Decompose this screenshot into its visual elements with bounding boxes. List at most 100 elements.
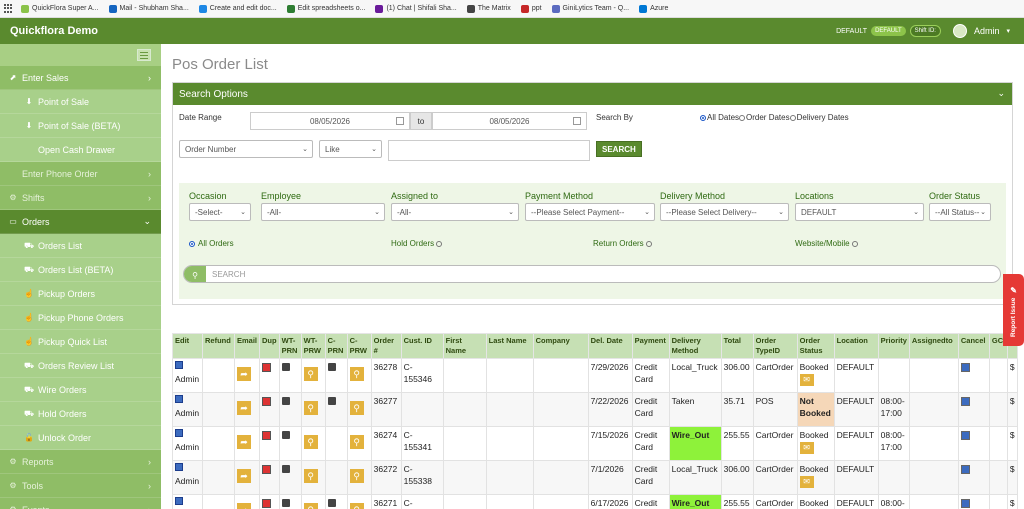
edit-icon[interactable] (175, 395, 183, 403)
radio-hold-orders[interactable] (436, 240, 443, 247)
mail-icon[interactable]: ✉ (799, 374, 814, 386)
email-icon[interactable]: ➦ (237, 401, 251, 415)
sidebar-item-enter-phone-order[interactable]: Enter Phone Order › (0, 162, 161, 186)
avatar[interactable] (952, 24, 967, 38)
preview-icon[interactable]: ⚲ (349, 401, 364, 415)
cancel-icon[interactable] (960, 363, 970, 372)
chevron-down-icon[interactable]: ⌄ (997, 88, 1005, 99)
payment-link[interactable]: $ (1010, 498, 1015, 508)
print-icon[interactable] (327, 397, 336, 405)
assigned-select[interactable]: -All- ⌄ (391, 203, 519, 221)
print-icon[interactable] (281, 465, 290, 473)
bookmark-1[interactable]: Mail - Shubham Sha... (108, 4, 189, 13)
sidebar-item-pickup-quick-list[interactable]: ☝ Pickup Quick List (0, 330, 161, 354)
table-row[interactable]: Admin ➦ ⚲ ⚲ 36278 C-155346 7/29/2026 Credit Car… (172, 358, 1018, 393)
search-options-header[interactable]: Search Options ⌄ (173, 83, 1012, 105)
date-from-input[interactable]: 08/05/2026 (250, 112, 410, 130)
mail-icon[interactable]: ✉ (799, 476, 814, 488)
sidebar-item-orders-list-beta[interactable]: ⛟ Orders List (BETA) (0, 258, 161, 282)
edit-icon[interactable] (175, 463, 183, 471)
duplicate-icon[interactable] (262, 465, 272, 474)
sidebar-item-orders-list[interactable]: ⛟ Orders List (0, 234, 161, 258)
payment-link[interactable]: $ (1010, 396, 1015, 406)
search-button[interactable]: SEARCH (596, 141, 642, 157)
radio-all-dates[interactable] (700, 114, 706, 121)
status-select[interactable]: --All Status-- ⌄ (929, 203, 991, 221)
print-icon[interactable] (327, 499, 336, 507)
radio-website-mobile[interactable] (851, 240, 858, 247)
sidebar-item-hold-orders[interactable]: ⛟ Hold Orders (0, 402, 161, 426)
bookmark-4[interactable]: (1) Chat | Shifali Sha... (375, 4, 457, 13)
menu-toggle-icon[interactable] (137, 49, 151, 61)
search-value-input[interactable] (388, 140, 590, 161)
user-menu[interactable]: Admin (974, 26, 1000, 36)
app-title[interactable]: Quickflora Demo (10, 25, 98, 37)
bookmark-8[interactable]: Azure (639, 4, 668, 13)
bookmark-2[interactable]: Create and edit doc... (198, 4, 277, 13)
return-orders-option[interactable]: Return Orders (593, 239, 653, 248)
preview-icon[interactable]: ⚲ (303, 401, 318, 415)
sidebar-item-point-of-sale[interactable]: ⬇ Point of Sale (0, 90, 161, 114)
bookmark-6[interactable]: ppt (520, 4, 542, 13)
print-icon[interactable] (281, 499, 290, 507)
search-icon[interactable]: ⚲ (184, 266, 206, 282)
duplicate-icon[interactable] (262, 397, 272, 406)
table-row[interactable]: Admin ➦ ⚲ ⚲ 36271 C- 6/17/2026 Credit Wire_Out 25… (172, 494, 1018, 509)
bookmark-7[interactable]: GiniLytics Team - Q... (551, 4, 629, 13)
order-number[interactable]: 36272 (374, 464, 398, 474)
preview-icon[interactable]: ⚲ (349, 469, 364, 483)
cancel-icon[interactable] (960, 397, 970, 406)
website-mobile-option[interactable]: Website/Mobile (795, 239, 859, 248)
report-issue-tab[interactable]: Report Issue ✎ (1003, 274, 1024, 346)
occasion-select[interactable]: -Select- ⌄ (189, 203, 251, 221)
print-icon[interactable] (281, 363, 290, 371)
radio-delivery-dates[interactable] (789, 114, 796, 121)
default-pill[interactable]: DEFAULT (871, 26, 906, 36)
table-row[interactable]: Admin ➦ ⚲ ⚲ 36274 C-155341 7/15/2026 Credit Car… (172, 426, 1018, 461)
email-icon[interactable]: ➦ (237, 435, 251, 449)
bookmark-3[interactable]: Edit spreadsheets o... (286, 4, 365, 13)
preview-icon[interactable]: ⚲ (303, 435, 318, 449)
sidebar-item-enter-sales[interactable]: ⬈ Enter Sales › (0, 66, 161, 90)
table-row[interactable]: Admin ➦ ⚲ ⚲ 36272 C-155338 7/1/2026 Credit Card… (172, 460, 1018, 495)
duplicate-icon[interactable] (262, 363, 272, 372)
cancel-icon[interactable] (960, 499, 970, 508)
print-icon[interactable] (281, 397, 290, 405)
preview-icon[interactable]: ⚲ (349, 367, 364, 381)
radio-all-orders[interactable] (189, 240, 195, 247)
preview-icon[interactable]: ⚲ (349, 435, 364, 449)
cancel-icon[interactable] (960, 431, 970, 440)
payment-link[interactable]: $ (1010, 464, 1015, 474)
email-icon[interactable]: ➦ (237, 469, 251, 483)
radio-return-orders[interactable] (645, 240, 652, 247)
cancel-icon[interactable] (960, 465, 970, 474)
table-row[interactable]: Admin ➦ ⚲ ⚲ 36277 7/22/2026 Credit Card Taken 35… (172, 392, 1018, 427)
sidebar-item-open-cash-drawer[interactable]: Open Cash Drawer (0, 138, 161, 162)
shift-pill[interactable]: Shift ID: (909, 25, 941, 37)
order-number[interactable]: 36274 (374, 430, 398, 440)
order-number[interactable]: 36271 (374, 498, 398, 508)
edit-icon[interactable] (175, 429, 183, 437)
duplicate-icon[interactable] (262, 499, 272, 508)
sidebar-item-reports[interactable]: ⚙ Reports › (0, 450, 161, 474)
payment-link[interactable]: $ (1010, 430, 1015, 440)
preview-icon[interactable]: ⚲ (303, 503, 318, 509)
payment-select[interactable]: --Please Select Payment-- ⌄ (525, 203, 655, 221)
locations-select[interactable]: DEFAULT ⌄ (795, 203, 924, 221)
quick-search-input[interactable]: ⚲ SEARCH (183, 265, 1001, 283)
sidebar-item-orders-review-list[interactable]: ⛟ Orders Review List (0, 354, 161, 378)
sidebar-item-pickup-orders[interactable]: ☝ Pickup Orders (0, 282, 161, 306)
chevron-down-icon[interactable]: ▾ (1006, 27, 1010, 35)
mail-icon[interactable]: ✉ (799, 442, 814, 454)
sidebar-item-pickup-phone-orders[interactable]: ☝ Pickup Phone Orders (0, 306, 161, 330)
duplicate-icon[interactable] (262, 431, 272, 440)
sidebar-item-point-of-sale-beta[interactable]: ⬇ Point of Sale (BETA) (0, 114, 161, 138)
apps-icon[interactable] (4, 4, 13, 13)
print-icon[interactable] (281, 431, 290, 439)
sidebar-item-unlock-order[interactable]: 🔓 Unlock Order (0, 426, 161, 450)
calendar-icon[interactable] (396, 117, 404, 125)
email-icon[interactable]: ➦ (237, 503, 251, 509)
hold-orders-option[interactable]: Hold Orders (391, 239, 443, 248)
email-icon[interactable]: ➦ (237, 367, 251, 381)
sidebar-item-shifts[interactable]: ⚙ Shifts › (0, 186, 161, 210)
